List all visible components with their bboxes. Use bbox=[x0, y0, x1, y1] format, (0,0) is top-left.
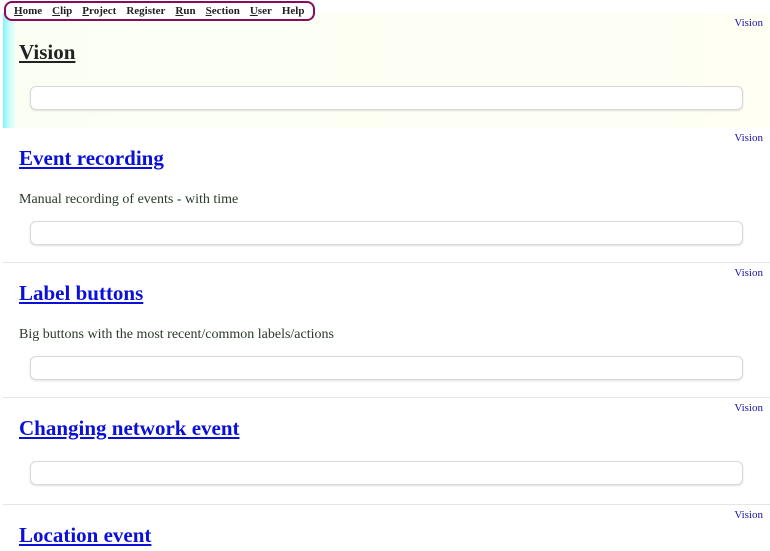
section-title: Label buttons bbox=[19, 281, 143, 305]
section-title-link[interactable]: Changing network event bbox=[19, 416, 240, 440]
section-description: Big buttons with the most recent/common … bbox=[19, 327, 334, 342]
vision-link[interactable]: Vision bbox=[734, 402, 763, 414]
section-title: Changing network event bbox=[19, 416, 240, 440]
section-title: Vision bbox=[19, 40, 75, 64]
vision-link[interactable]: Vision bbox=[734, 132, 763, 144]
vision-link[interactable]: Vision bbox=[734, 267, 763, 279]
section-input-field[interactable] bbox=[30, 86, 743, 110]
menu-item-home[interactable]: Home bbox=[14, 5, 42, 17]
vision-link[interactable]: Vision bbox=[734, 17, 763, 29]
menu-item-section[interactable]: Section bbox=[206, 5, 240, 17]
section-location-event: Vision Location event bbox=[3, 505, 770, 551]
section-changing-network-event: Vision Changing network event bbox=[3, 398, 770, 505]
menu-item-run[interactable]: Run bbox=[175, 5, 195, 17]
section-input-field[interactable] bbox=[30, 356, 743, 380]
section-title-link[interactable]: Location event bbox=[19, 523, 151, 547]
menu-label: roject bbox=[89, 5, 117, 17]
section-title-link[interactable]: Label buttons bbox=[19, 281, 143, 305]
menu-item-clip[interactable]: Clip bbox=[52, 5, 72, 17]
menu-accesskey: U bbox=[249, 5, 258, 17]
menu-label: ection bbox=[211, 5, 240, 17]
menu-label: ser bbox=[257, 5, 272, 17]
menu-item-help[interactable]: Help bbox=[282, 5, 305, 17]
menu-label: Help bbox=[281, 5, 305, 17]
menu-label: ome bbox=[22, 5, 43, 17]
section-description: Manual recording of events - with time bbox=[19, 192, 239, 207]
section-input-field[interactable] bbox=[30, 221, 743, 245]
menu-accesskey: H bbox=[14, 5, 23, 17]
section-title-link[interactable]: Vision bbox=[19, 40, 75, 64]
menu-label: un bbox=[183, 5, 196, 17]
menu-item-register[interactable]: Register bbox=[126, 5, 165, 17]
menu-item-user[interactable]: User bbox=[250, 5, 272, 17]
section-input-field[interactable] bbox=[30, 461, 743, 485]
menu-label: lip bbox=[60, 5, 73, 17]
section-title: Location event bbox=[19, 523, 151, 547]
section-title-link[interactable]: Event recording bbox=[19, 146, 164, 170]
menu-label: Register bbox=[126, 5, 166, 17]
top-menu-bar: Home Clip Project Register Run Section U… bbox=[4, 1, 315, 21]
section-title: Event recording bbox=[19, 146, 164, 170]
section-label-buttons: Vision Label buttons Big buttons with th… bbox=[3, 263, 770, 398]
section-event-recording: Vision Event recording Manual recording … bbox=[3, 128, 770, 263]
menu-item-project[interactable]: Project bbox=[82, 5, 116, 17]
vision-link[interactable]: Vision bbox=[734, 509, 763, 521]
section-vision: Vision Vision bbox=[3, 13, 770, 128]
menu-accesskey: C bbox=[52, 5, 61, 17]
